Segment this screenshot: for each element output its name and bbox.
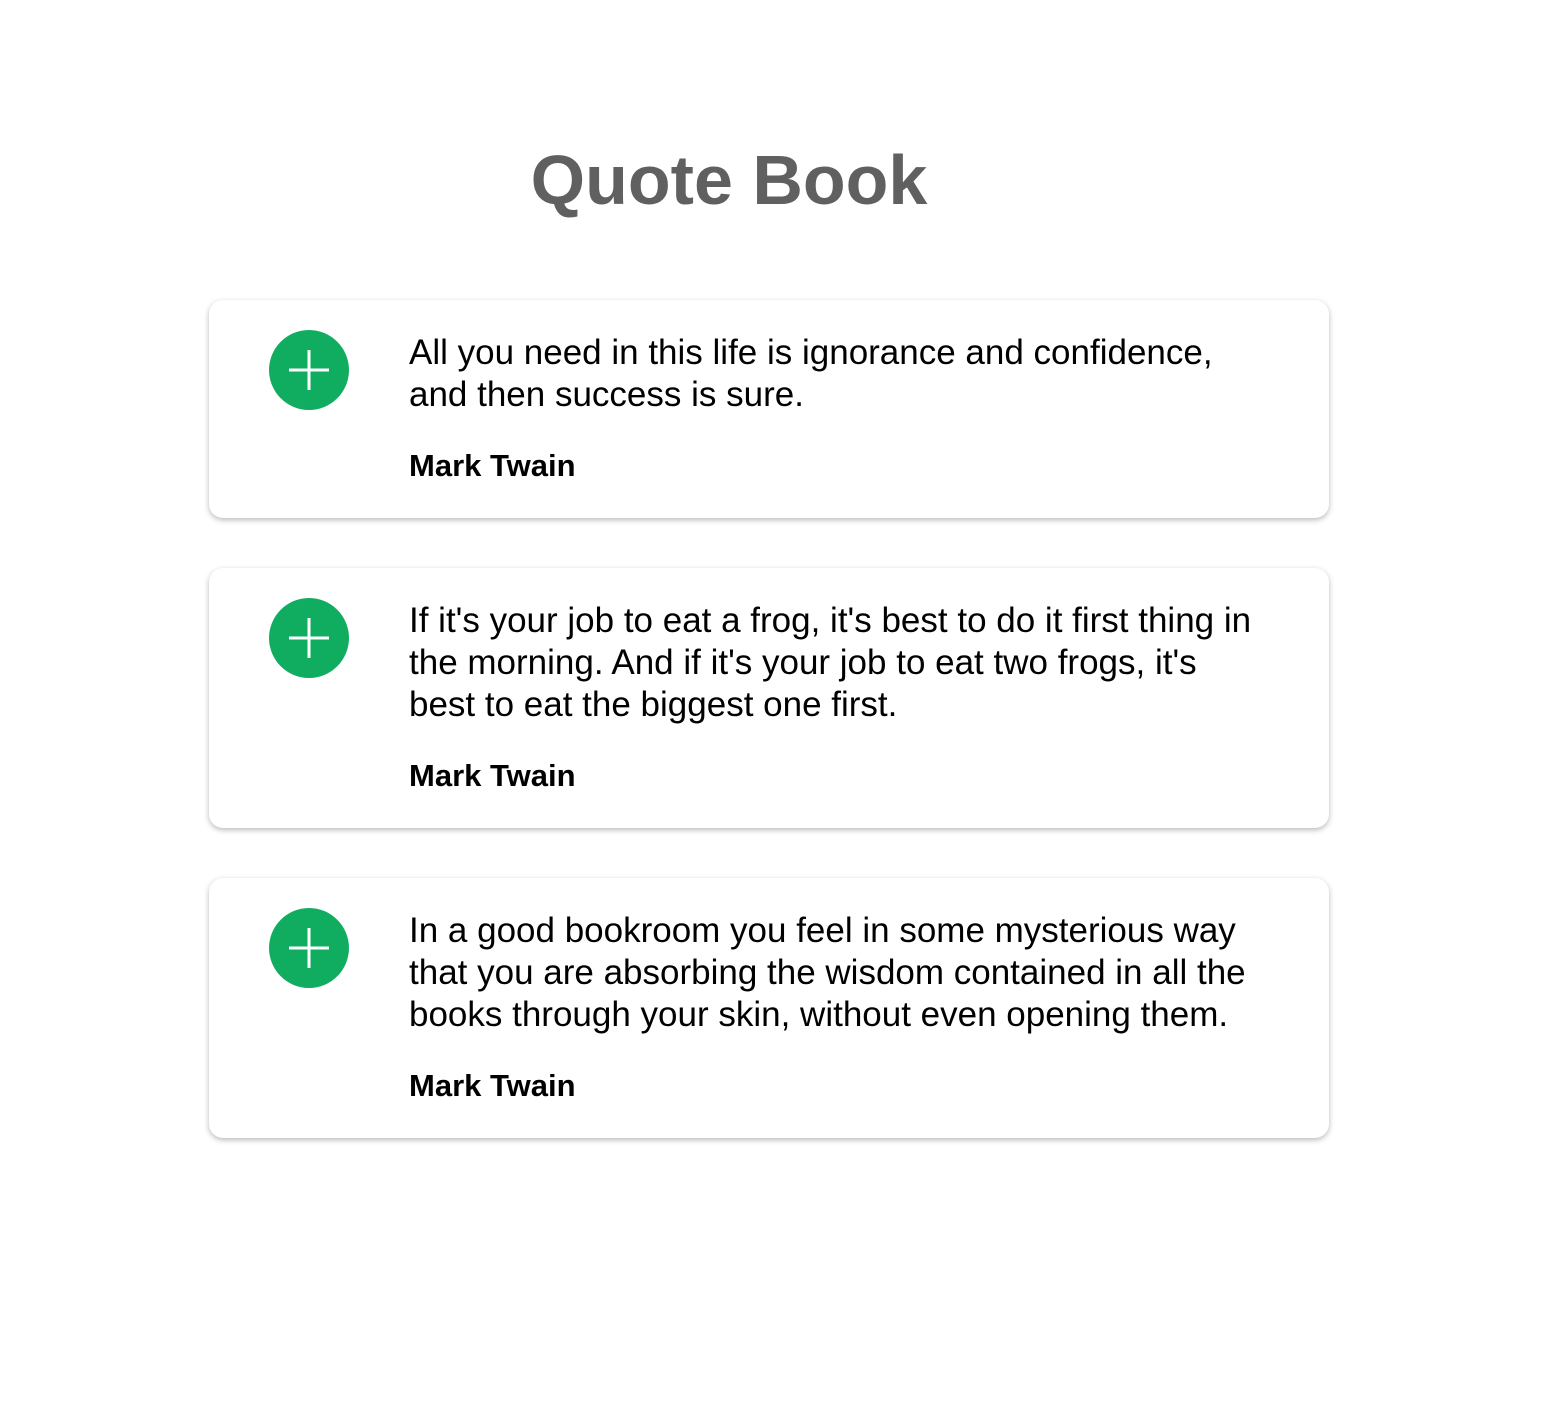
plus-icon bbox=[289, 928, 329, 968]
page-title: Quote Book bbox=[530, 141, 928, 219]
quote-card: In a good bookroom you feel in some myst… bbox=[209, 878, 1329, 1138]
quote-card: If it's your job to eat a frog, it's bes… bbox=[209, 568, 1329, 828]
plus-icon bbox=[289, 350, 329, 390]
quote-card: All you need in this life is ignorance a… bbox=[209, 300, 1329, 518]
quote-list: All you need in this life is ignorance a… bbox=[209, 300, 1329, 1188]
quote-author: Mark Twain bbox=[409, 1068, 576, 1103]
quote-text: In a good bookroom you feel in some myst… bbox=[409, 911, 1246, 1034]
quote-text: If it's your job to eat a frog, it's bes… bbox=[409, 601, 1252, 724]
quote-author: Mark Twain bbox=[409, 758, 576, 793]
add-quote-button[interactable] bbox=[269, 598, 349, 678]
plus-icon bbox=[289, 618, 329, 658]
quote-author: Mark Twain bbox=[409, 448, 576, 483]
quote-text: All you need in this life is ignorance a… bbox=[409, 333, 1213, 414]
add-quote-button[interactable] bbox=[269, 908, 349, 988]
add-quote-button[interactable] bbox=[269, 330, 349, 410]
